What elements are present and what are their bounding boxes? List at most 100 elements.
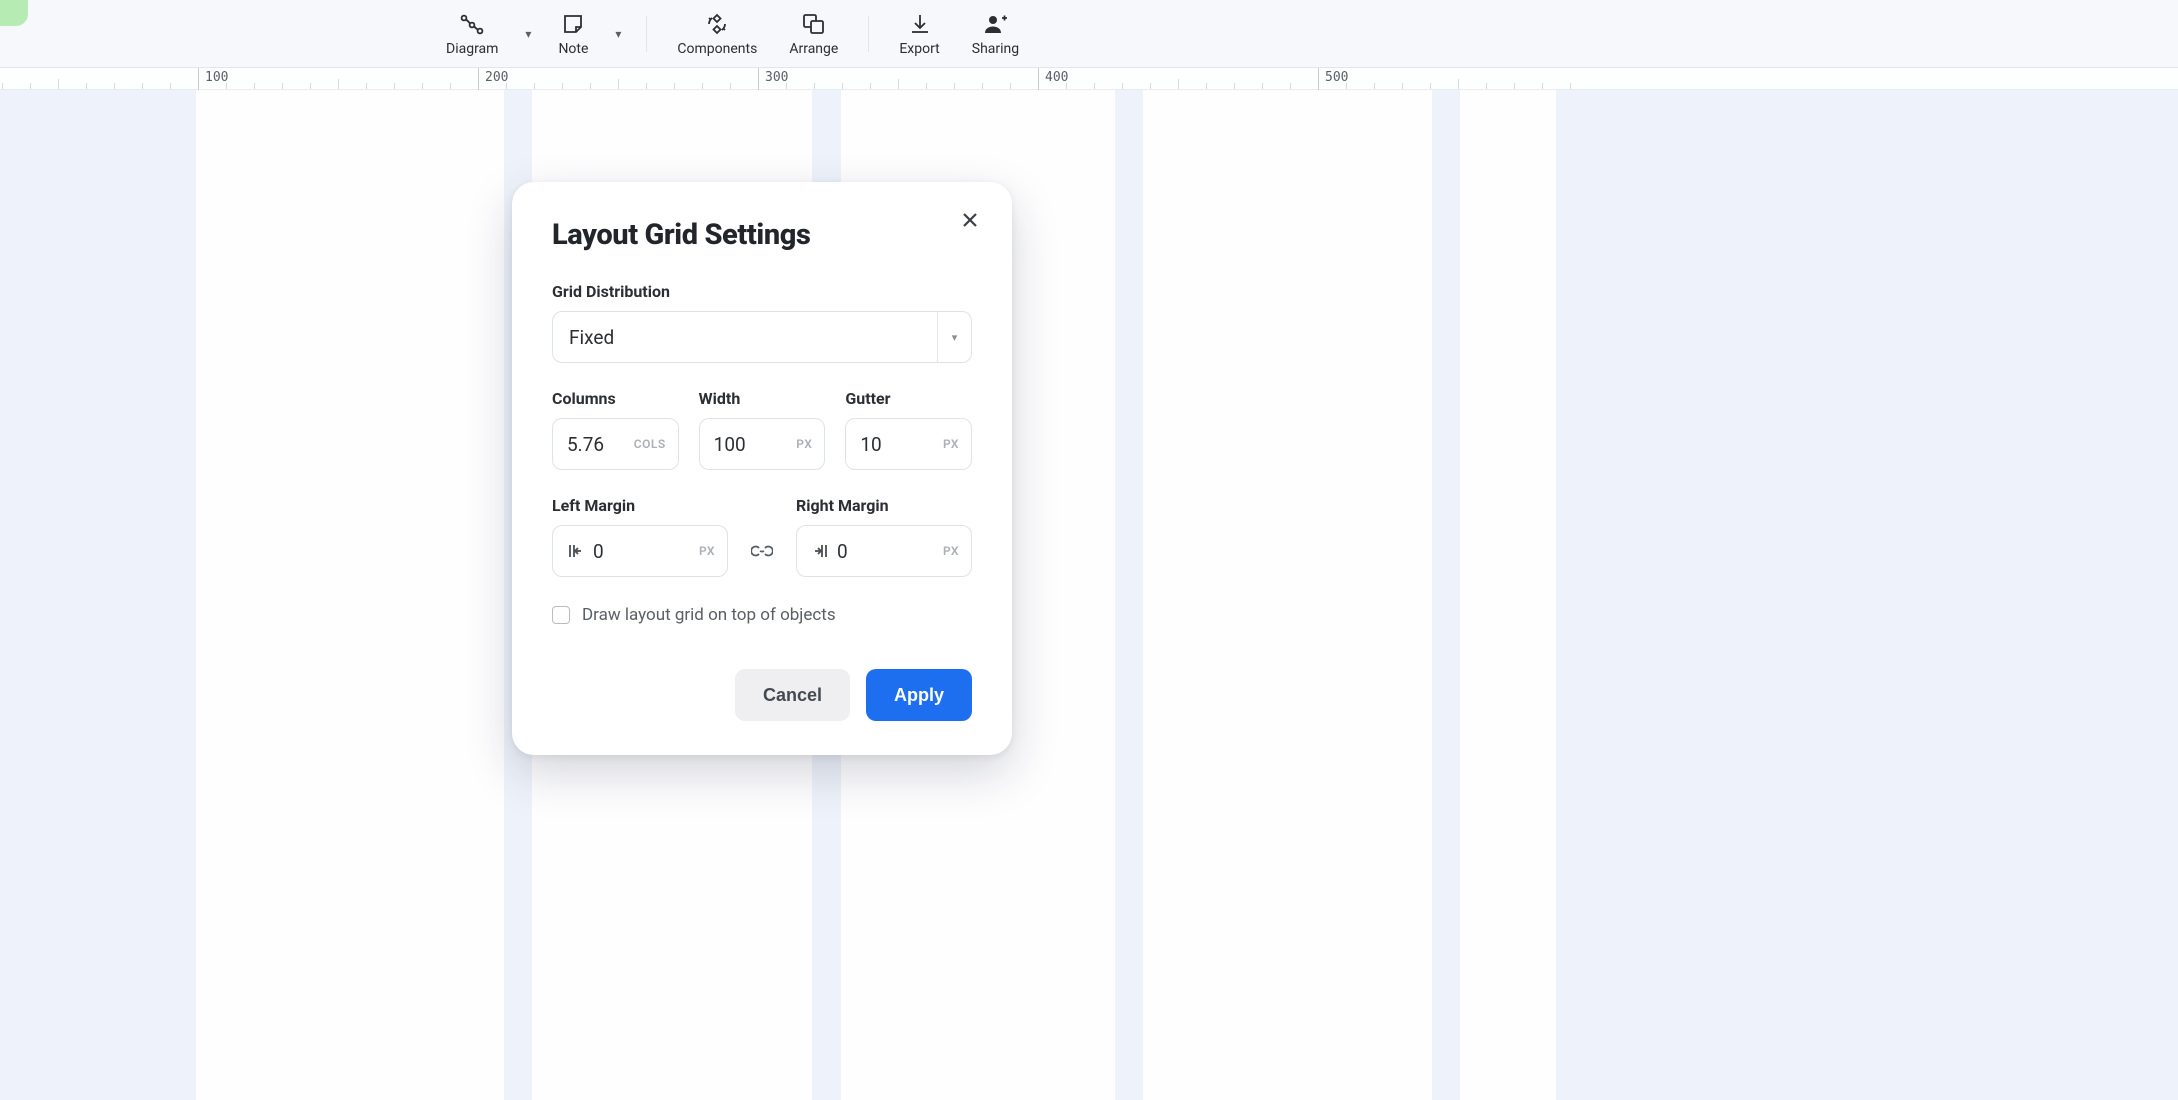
ruler-minor-tick <box>1374 83 1375 89</box>
layout-grid-column <box>196 90 504 1100</box>
link-margins-button[interactable] <box>746 525 778 577</box>
ruler-minor-tick <box>282 83 283 89</box>
ruler-minor-tick <box>618 79 619 89</box>
width-input-wrapper: PX <box>699 418 826 470</box>
ruler-minor-tick <box>366 83 367 89</box>
ruler-minor-tick <box>870 83 871 89</box>
right-margin-input-wrapper: PX <box>796 525 972 577</box>
ruler-minor-tick <box>562 83 563 89</box>
ruler-minor-tick <box>310 83 311 89</box>
toolbar-diagram-label: Diagram <box>446 41 498 57</box>
ruler-minor-tick <box>1458 79 1459 89</box>
arrange-icon <box>801 11 827 37</box>
margin-left-icon <box>567 542 585 560</box>
toolbar-arrange[interactable]: Arrange <box>773 0 854 67</box>
ruler-minor-tick <box>394 83 395 89</box>
columns-input-wrapper: COLS <box>552 418 679 470</box>
ruler-minor-tick <box>1402 83 1403 89</box>
canvas[interactable]: Layout Grid Settings Grid Distribution F… <box>0 90 2178 1100</box>
toolbar-separator <box>868 16 869 52</box>
ruler-tick-label: 300 <box>765 70 788 85</box>
toolbar-note-label: Note <box>558 41 588 57</box>
chevron-down-icon: ▾ <box>937 312 971 362</box>
ruler-minor-tick <box>1290 83 1291 89</box>
ruler-minor-tick <box>142 83 143 89</box>
ruler-major-tick: 100 <box>198 68 199 90</box>
ruler-minor-tick <box>982 83 983 89</box>
ruler-minor-tick <box>1542 83 1543 89</box>
ruler-major-tick: 400 <box>1038 68 1039 90</box>
left-margin-input-wrapper: PX <box>552 525 728 577</box>
ruler-minor-tick <box>1346 83 1347 89</box>
toolbar-arrange-label: Arrange <box>789 41 838 57</box>
ruler-minor-tick <box>954 83 955 89</box>
grid-distribution-label: Grid Distribution <box>552 282 972 301</box>
draw-on-top-checkbox[interactable] <box>552 606 570 624</box>
toolbar-export[interactable]: Export <box>883 0 955 67</box>
ruler-minor-tick <box>338 79 339 89</box>
ruler-minor-tick <box>842 83 843 89</box>
ruler-minor-tick <box>1486 83 1487 89</box>
ruler-minor-tick <box>1094 83 1095 89</box>
ruler-minor-tick <box>814 83 815 89</box>
ruler-minor-tick <box>674 83 675 89</box>
ruler-minor-tick <box>114 83 115 89</box>
ruler-minor-tick <box>1010 83 1011 89</box>
ruler-minor-tick <box>2 83 3 89</box>
ruler-minor-tick <box>702 83 703 89</box>
gutter-label: Gutter <box>845 389 972 408</box>
ruler-minor-tick <box>226 83 227 89</box>
width-label: Width <box>699 389 826 408</box>
ruler-minor-tick <box>898 79 899 89</box>
ruler-minor-tick <box>1066 83 1067 89</box>
ruler-minor-tick <box>730 83 731 89</box>
right-margin-label: Right Margin <box>796 496 972 515</box>
ruler-minor-tick <box>1514 83 1515 89</box>
left-margin-unit: PX <box>699 544 715 558</box>
gutter-input-wrapper: PX <box>845 418 972 470</box>
ruler-major-tick: 500 <box>1318 68 1319 90</box>
ruler-minor-tick <box>58 79 59 89</box>
ruler-minor-tick <box>1178 79 1179 89</box>
diagram-icon <box>459 11 485 37</box>
toolbar-diagram-dropdown[interactable]: ▾ <box>514 0 542 67</box>
ruler-tick-label: 500 <box>1325 70 1348 85</box>
ruler-major-tick: 200 <box>478 68 479 90</box>
ruler-minor-tick <box>506 83 507 89</box>
note-icon <box>560 11 586 37</box>
toolbar-sharing-label: Sharing <box>972 41 1019 57</box>
export-icon <box>907 11 933 37</box>
horizontal-ruler: 100 200 300 400 500 <box>0 68 2178 90</box>
draw-on-top-label: Draw layout grid on top of objects <box>582 605 836 625</box>
gutter-unit: PX <box>943 437 959 451</box>
toolbar-separator <box>646 16 647 52</box>
layout-grid-settings-dialog: Layout Grid Settings Grid Distribution F… <box>512 182 1012 755</box>
toolbar-components[interactable]: Components <box>661 0 773 67</box>
ruler-minor-tick <box>254 83 255 89</box>
toolbar-diagram[interactable]: Diagram <box>430 0 514 67</box>
left-margin-input[interactable] <box>593 540 713 563</box>
cancel-button[interactable]: Cancel <box>735 669 850 721</box>
dialog-title: Layout Grid Settings <box>552 218 972 252</box>
apply-button[interactable]: Apply <box>866 669 972 721</box>
ruler-tick-label: 400 <box>1045 70 1068 85</box>
sharing-icon <box>982 11 1008 37</box>
draw-on-top-checkbox-row[interactable]: Draw layout grid on top of objects <box>552 605 972 625</box>
ruler-minor-tick <box>422 83 423 89</box>
ruler-tick-label: 100 <box>205 70 228 85</box>
ruler-minor-tick <box>1150 83 1151 89</box>
right-margin-unit: PX <box>943 544 959 558</box>
dialog-close-button[interactable] <box>954 204 986 236</box>
layout-grid-column <box>1143 90 1432 1100</box>
toolbar-note-dropdown[interactable]: ▾ <box>604 0 632 67</box>
margin-right-icon <box>811 542 829 560</box>
right-margin-input[interactable] <box>837 540 957 563</box>
left-margin-label: Left Margin <box>552 496 728 515</box>
ruler-minor-tick <box>86 83 87 89</box>
columns-unit: COLS <box>634 437 666 451</box>
toolbar-sharing[interactable]: Sharing <box>956 0 1035 67</box>
ruler-minor-tick <box>1206 83 1207 89</box>
grid-distribution-select[interactable]: Fixed ▾ <box>552 311 972 363</box>
toolbar-note[interactable]: Note <box>542 0 604 67</box>
width-unit: PX <box>796 437 812 451</box>
